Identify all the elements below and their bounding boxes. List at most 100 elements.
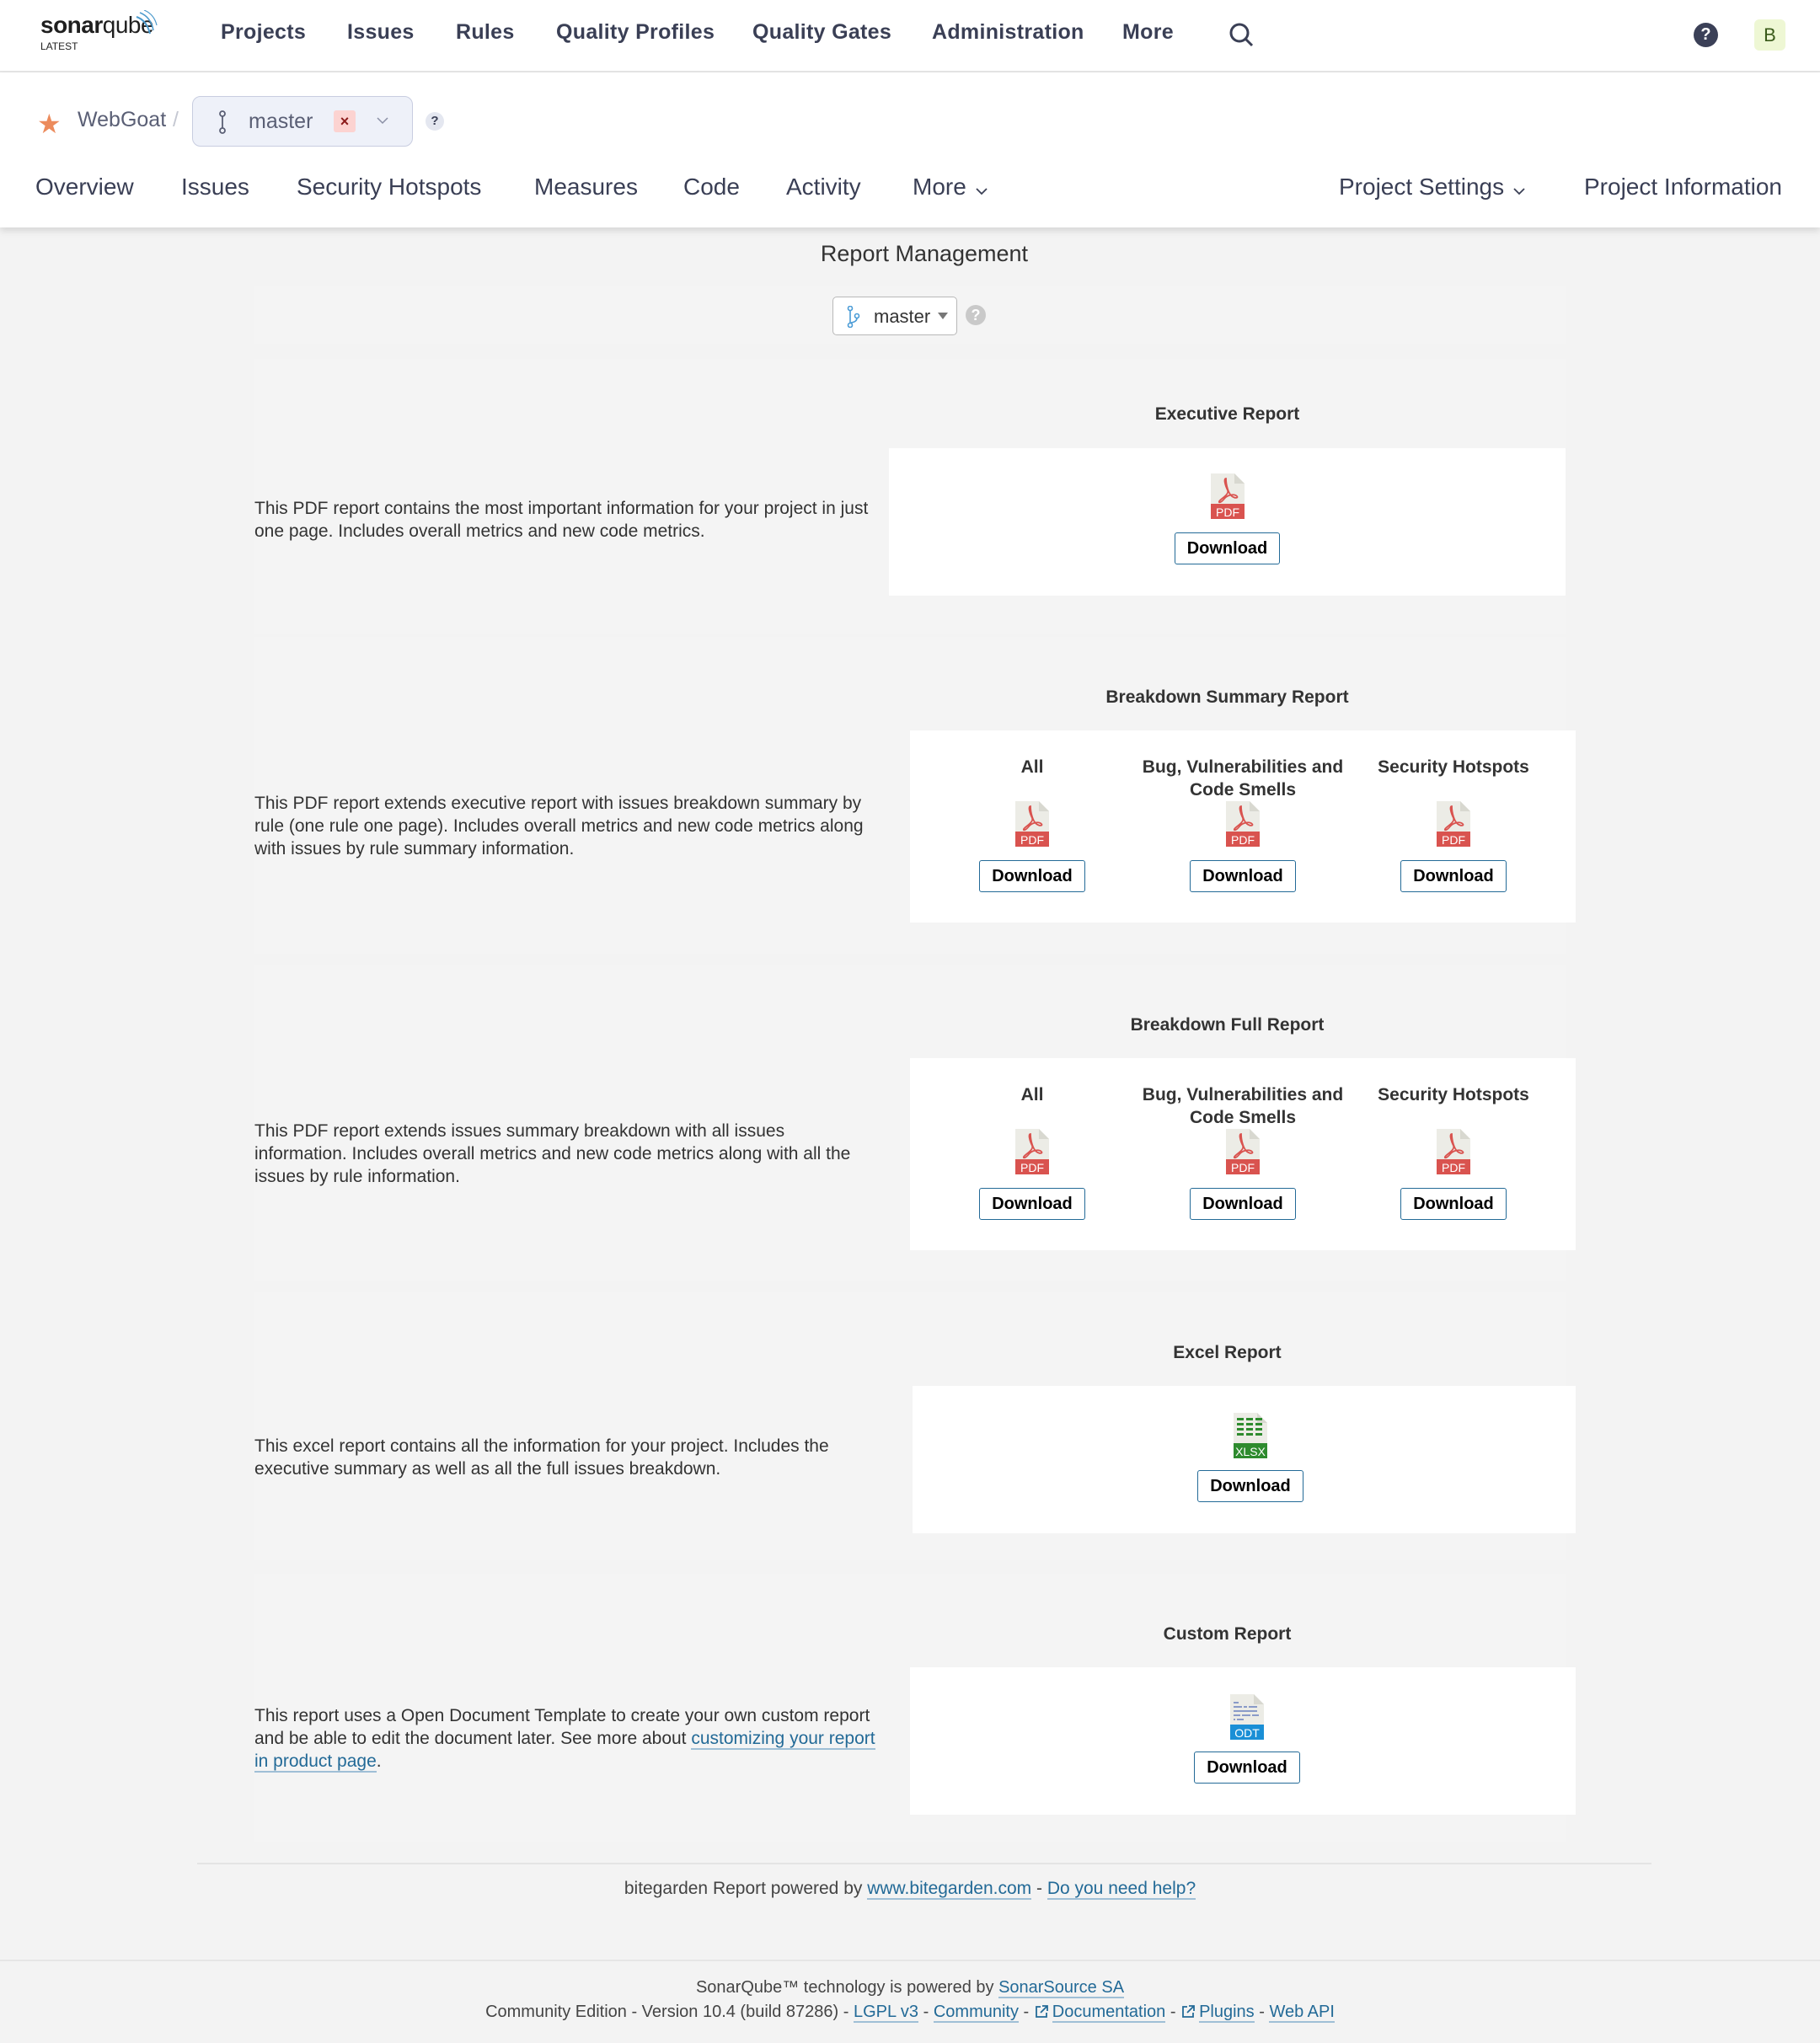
summary-report-title: Breakdown Summary Report xyxy=(1105,687,1349,707)
favorite-star-icon[interactable]: ★ xyxy=(37,108,62,140)
nav-issues[interactable]: Issues xyxy=(347,20,415,45)
svg-text:PDF: PDF xyxy=(1020,1161,1044,1174)
separator: - xyxy=(1165,2003,1181,2021)
project-name-link[interactable]: WebGoat xyxy=(78,108,166,132)
nav-quality-gates[interactable]: Quality Gates xyxy=(752,20,891,45)
pdf-file-icon: PDF xyxy=(1437,1129,1470,1174)
full-hotspots-download-button[interactable]: Download xyxy=(1400,1188,1507,1220)
full-report-description: This PDF report extends issues summary b… xyxy=(254,1121,851,1186)
excel-download-column: XLSX Download xyxy=(913,1413,1588,1502)
tab-code[interactable]: Code xyxy=(683,174,740,201)
column-title: Security Hotspots xyxy=(1378,1085,1529,1104)
community-link[interactable]: Community xyxy=(933,2003,1019,2023)
svg-text:PDF: PDF xyxy=(1442,833,1465,847)
full-report-card: All PDF Download Bug, Vulnerabilities an… xyxy=(910,1058,1576,1250)
divider xyxy=(197,1863,1651,1864)
excel-report-card: XLSX Download xyxy=(913,1386,1576,1533)
custom-report-title: Custom Report xyxy=(1163,1624,1292,1644)
tab-security-hotspots[interactable]: Security Hotspots xyxy=(297,174,481,201)
column-title: All xyxy=(1020,757,1044,777)
user-avatar[interactable]: B xyxy=(1754,19,1785,51)
excel-download-button[interactable]: Download xyxy=(1197,1470,1303,1502)
branch-selector[interactable]: master × xyxy=(192,96,413,147)
help-icon[interactable]: ? xyxy=(966,305,986,325)
tab-activity[interactable]: Activity xyxy=(786,174,861,201)
bitegarden-powered-by: bitegarden Report powered by www.bitegar… xyxy=(0,1879,1820,1900)
help-icon[interactable]: ? xyxy=(1694,23,1718,47)
full-all-column: All PDF Download xyxy=(944,1083,1121,1220)
footer-text: SonarQube™ technology is powered by xyxy=(695,1978,999,1997)
pdf-file-icon: PDF xyxy=(1210,473,1245,519)
branch-select-row: master ? xyxy=(254,286,1566,344)
plugins-link[interactable]: Plugins xyxy=(1199,2003,1255,2023)
executive-report-card: PDF Download xyxy=(889,448,1566,596)
separator: - xyxy=(1031,1879,1047,1898)
global-navbar: sonarqube LATEST Projects Issues Rules Q… xyxy=(0,0,1820,72)
bitegarden-site-link[interactable]: www.bitegarden.com xyxy=(867,1879,1032,1900)
footer-edition: Community Edition - Version 10.4 (build … xyxy=(485,2003,839,2021)
summary-hotspots-column: Security Hotspots PDF Download xyxy=(1348,756,1559,892)
lgpl-link[interactable]: LGPL v3 xyxy=(853,2003,919,2023)
tab-project-information[interactable]: Project Information xyxy=(1584,174,1782,201)
sonarsource-link[interactable]: SonarSource SA xyxy=(998,1978,1125,1998)
separator: - xyxy=(838,2003,854,2021)
svg-text:PDF: PDF xyxy=(1216,505,1239,519)
xlsx-file-icon: XLSX xyxy=(1234,1413,1267,1458)
tab-overview[interactable]: Overview xyxy=(35,174,134,201)
branch-icon xyxy=(218,110,227,138)
logo-edition: LATEST xyxy=(40,40,78,52)
documentation-link[interactable]: Documentation xyxy=(1052,2003,1166,2023)
summary-bugs-download-button[interactable]: Download xyxy=(1190,860,1296,892)
caret-down-icon xyxy=(938,313,948,319)
full-all-download-button[interactable]: Download xyxy=(979,1188,1085,1220)
sonarqube-logo[interactable]: sonarqube LATEST xyxy=(40,10,158,59)
pdf-file-icon: PDF xyxy=(1437,801,1470,847)
nav-administration[interactable]: Administration xyxy=(932,20,1084,45)
odt-label: ODT xyxy=(1234,1726,1260,1740)
powered-text: bitegarden Report powered by xyxy=(624,1879,868,1898)
separator: - xyxy=(1018,2003,1034,2021)
external-link-icon xyxy=(1034,2004,1049,2024)
pdf-file-icon: PDF xyxy=(1226,1129,1260,1174)
search-icon[interactable] xyxy=(1228,22,1255,53)
custom-report-description: This report uses a Open Document Templat… xyxy=(254,1704,878,1773)
summary-bugs-column: Bug, Vulnerabilities and Code Smells PDF… xyxy=(1138,756,1348,892)
executive-download-button[interactable]: Download xyxy=(1174,532,1281,564)
tab-issues[interactable]: Issues xyxy=(181,174,249,201)
custom-description-suffix: . xyxy=(376,1752,382,1771)
svg-text:PDF: PDF xyxy=(1231,833,1255,847)
column-title: Security Hotspots xyxy=(1378,757,1529,777)
external-link-icon xyxy=(1180,2004,1196,2024)
tab-project-settings[interactable]: Project Settings xyxy=(1339,174,1526,202)
chevron-down-icon xyxy=(375,110,390,135)
breakdown-summary-section: This PDF report extends executive report… xyxy=(254,637,1576,954)
branch-select-value: master xyxy=(874,306,931,327)
excel-report-description: This excel report contains all the infor… xyxy=(254,1436,829,1479)
tab-more[interactable]: More xyxy=(913,174,988,202)
project-navbar: ★ WebGoat / master × ? Overview Issues S… xyxy=(0,72,1820,227)
web-api-link[interactable]: Web API xyxy=(1269,2003,1335,2023)
xlsx-label: XLSX xyxy=(1235,1445,1266,1458)
pdf-file-icon: PDF xyxy=(1015,801,1049,847)
nav-rules[interactable]: Rules xyxy=(456,20,515,45)
excel-report-title: Excel Report xyxy=(1173,1343,1282,1362)
branch-status-badge: × xyxy=(334,110,356,132)
full-bugs-column: Bug, Vulnerabilities and Code Smells PDF… xyxy=(1138,1083,1348,1220)
full-bugs-download-button[interactable]: Download xyxy=(1190,1188,1296,1220)
need-help-link[interactable]: Do you need help? xyxy=(1046,1879,1196,1900)
tab-project-settings-label: Project Settings xyxy=(1339,174,1505,200)
branch-help-icon[interactable]: ? xyxy=(426,112,444,131)
summary-hotspots-download-button[interactable]: Download xyxy=(1400,860,1507,892)
pdf-file-icon: PDF xyxy=(1015,1129,1049,1174)
custom-download-button[interactable]: Download xyxy=(1194,1752,1300,1784)
summary-all-download-button[interactable]: Download xyxy=(979,860,1085,892)
custom-report-card: ODT Download xyxy=(910,1667,1576,1815)
column-title: Bug, Vulnerabilities and Code Smells xyxy=(1142,1085,1344,1127)
executive-report-description: This PDF report contains the most import… xyxy=(254,499,869,541)
nav-more[interactable]: More xyxy=(1122,20,1174,45)
report-branch-select[interactable]: master xyxy=(832,297,957,335)
nav-projects[interactable]: Projects xyxy=(221,20,306,45)
branch-name: master xyxy=(249,110,313,133)
tab-measures[interactable]: Measures xyxy=(534,174,638,201)
nav-quality-profiles[interactable]: Quality Profiles xyxy=(556,20,715,45)
